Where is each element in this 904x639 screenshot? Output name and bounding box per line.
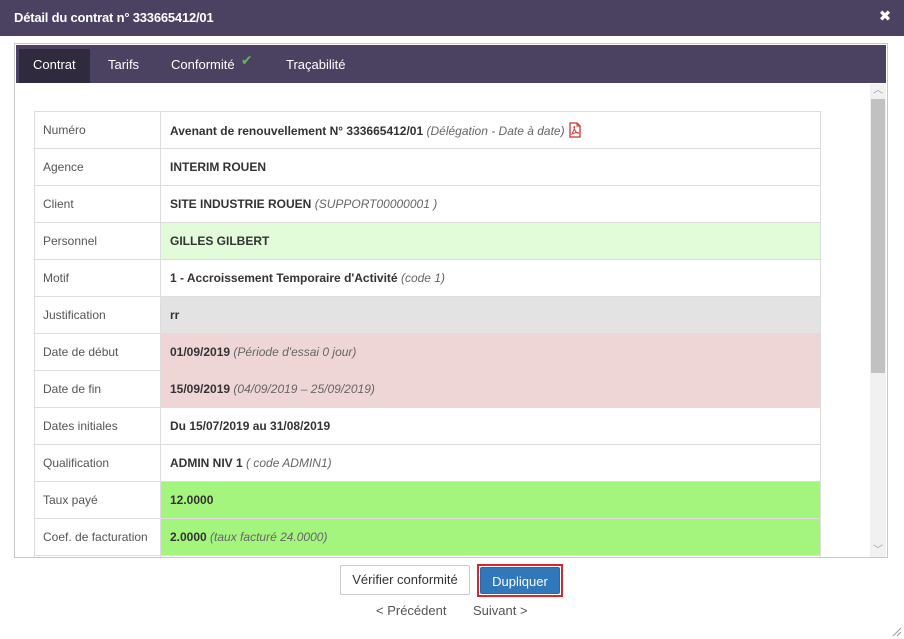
row-label: Personnel bbox=[34, 222, 161, 260]
row-value: Du 15/07/2019 au 31/08/2019 bbox=[160, 407, 821, 445]
vertical-scrollbar[interactable]: ︿ ﹀ bbox=[870, 84, 886, 557]
contract-panel: Contrat Tarifs Conformité ✔ Traçabilité … bbox=[14, 43, 888, 558]
scrollbar-thumb[interactable] bbox=[871, 99, 885, 373]
row-label: Coef. de facturation bbox=[34, 518, 161, 556]
tab-tarifs[interactable]: Tarifs bbox=[94, 49, 153, 83]
tab-label: Traçabilité bbox=[286, 57, 346, 72]
row-value bbox=[160, 555, 821, 557]
flexibility-range-note: (04/09/2019 – 25/09/2019) bbox=[233, 382, 375, 396]
table-row: Justification rr bbox=[34, 296, 821, 334]
trial-period-note: (Période d'essai 0 jour) bbox=[233, 345, 357, 359]
check-icon: ✔ bbox=[240, 52, 253, 68]
row-label: Date de fin bbox=[34, 370, 161, 408]
scroll-up-icon[interactable]: ︿ bbox=[870, 84, 886, 98]
contract-details-scroll[interactable]: Numéro Avenant de renouvellement N° 3336… bbox=[16, 84, 870, 557]
motif-value: 1 - Accroissement Temporaire d'Activité bbox=[170, 271, 398, 285]
row-label bbox=[34, 555, 161, 557]
next-link[interactable]: Suivant > bbox=[473, 603, 528, 618]
row-label: Agence bbox=[34, 148, 161, 186]
tab-tracabilite[interactable]: Traçabilité bbox=[272, 49, 359, 83]
scroll-down-icon[interactable]: ﹀ bbox=[870, 544, 886, 557]
personnel-value: GILLES GILBERT bbox=[170, 234, 270, 248]
table-row: Client SITE INDUSTRIE ROUEN (SUPPORT0000… bbox=[34, 185, 821, 223]
row-value: 12.0000 bbox=[160, 481, 821, 519]
duplicate-button[interactable]: Dupliquer bbox=[480, 567, 560, 594]
contract-type-note: (Délégation - Date à date) bbox=[426, 124, 565, 138]
row-value: SITE INDUSTRIE ROUEN (SUPPORT00000001 ) bbox=[160, 185, 821, 223]
table-row: Dates initiales Du 15/07/2019 au 31/08/2… bbox=[34, 407, 821, 445]
table-row: Qualification ADMIN NIV 1 ( code ADMIN1) bbox=[34, 444, 821, 482]
tab-label: Tarifs bbox=[108, 57, 140, 72]
billed-rate-note: (taux facturé 24.0000) bbox=[210, 530, 328, 544]
row-label: Dates initiales bbox=[34, 407, 161, 445]
row-label: Client bbox=[34, 185, 161, 223]
tab-contrat[interactable]: Contrat bbox=[19, 49, 90, 83]
verify-compliance-button[interactable]: Vérifier conformité bbox=[340, 565, 470, 595]
row-label: Numéro bbox=[34, 111, 161, 149]
table-row bbox=[34, 555, 821, 557]
qualification-code: ( code ADMIN1) bbox=[246, 456, 332, 470]
tab-conformite[interactable]: Conformité ✔ bbox=[157, 49, 253, 83]
motif-code: (code 1) bbox=[400, 271, 445, 285]
client-code: (SUPPORT00000001 ) bbox=[314, 197, 438, 211]
row-value: 01/09/2019 (Période d'essai 0 jour) bbox=[160, 333, 821, 371]
qualification-value: ADMIN NIV 1 bbox=[170, 456, 243, 470]
row-value: Avenant de renouvellement N° 333665412/0… bbox=[160, 111, 821, 149]
dialog-titlebar: Détail du contrat n° 333665412/01 ✖ bbox=[0, 0, 904, 36]
table-row: Agence INTERIM ROUEN bbox=[34, 148, 821, 186]
resize-grip-icon[interactable] bbox=[892, 627, 902, 637]
start-date-value: 01/09/2019 bbox=[170, 345, 231, 359]
tab-label: Conformité bbox=[171, 57, 235, 72]
row-label: Taux payé bbox=[34, 481, 161, 519]
row-value: 15/09/2019 (04/09/2019 – 25/09/2019) bbox=[160, 370, 821, 408]
previous-link[interactable]: < Précédent bbox=[376, 603, 446, 618]
row-value: rr bbox=[160, 296, 821, 334]
agency-value: INTERIM ROUEN bbox=[170, 160, 266, 174]
row-label: Justification bbox=[34, 296, 161, 334]
close-icon[interactable]: ✖ bbox=[878, 9, 892, 25]
billing-coefficient-value: 2.0000 bbox=[170, 530, 207, 544]
tab-label: Contrat bbox=[33, 57, 76, 72]
table-row: Motif 1 - Accroissement Temporaire d'Act… bbox=[34, 259, 821, 297]
table-row: Date de début 01/09/2019 (Période d'essa… bbox=[34, 333, 821, 371]
table-row: Personnel GILLES GILBERT bbox=[34, 222, 821, 260]
row-label: Qualification bbox=[34, 444, 161, 482]
row-value: INTERIM ROUEN bbox=[160, 148, 821, 186]
contract-number: Avenant de renouvellement N° 333665412/0… bbox=[170, 124, 424, 138]
tab-bar: Contrat Tarifs Conformité ✔ Traçabilité bbox=[16, 45, 886, 83]
dialog-title: Détail du contrat n° 333665412/01 bbox=[14, 10, 214, 25]
pay-rate-value: 12.0000 bbox=[170, 493, 214, 507]
pdf-icon[interactable] bbox=[567, 122, 583, 138]
row-label: Motif bbox=[34, 259, 161, 297]
initial-dates-value: Du 15/07/2019 au 31/08/2019 bbox=[170, 419, 331, 433]
table-row: Date de fin 15/09/2019 (04/09/2019 – 25/… bbox=[34, 370, 821, 408]
contract-details-table: Numéro Avenant de renouvellement N° 3336… bbox=[34, 111, 821, 557]
row-value: 2.0000 (taux facturé 24.0000) bbox=[160, 518, 821, 556]
justification-value: rr bbox=[170, 308, 180, 322]
table-row: Taux payé 12.0000 bbox=[34, 481, 821, 519]
client-value: SITE INDUSTRIE ROUEN bbox=[170, 197, 312, 211]
row-value: 1 - Accroissement Temporaire d'Activité … bbox=[160, 259, 821, 297]
row-label: Date de début bbox=[34, 333, 161, 371]
end-date-value: 15/09/2019 bbox=[170, 382, 231, 396]
table-row: Coef. de facturation 2.0000 (taux factur… bbox=[34, 518, 821, 556]
table-row: Numéro Avenant de renouvellement N° 3336… bbox=[34, 111, 821, 149]
row-value: GILLES GILBERT bbox=[160, 222, 821, 260]
row-value: ADMIN NIV 1 ( code ADMIN1) bbox=[160, 444, 821, 482]
